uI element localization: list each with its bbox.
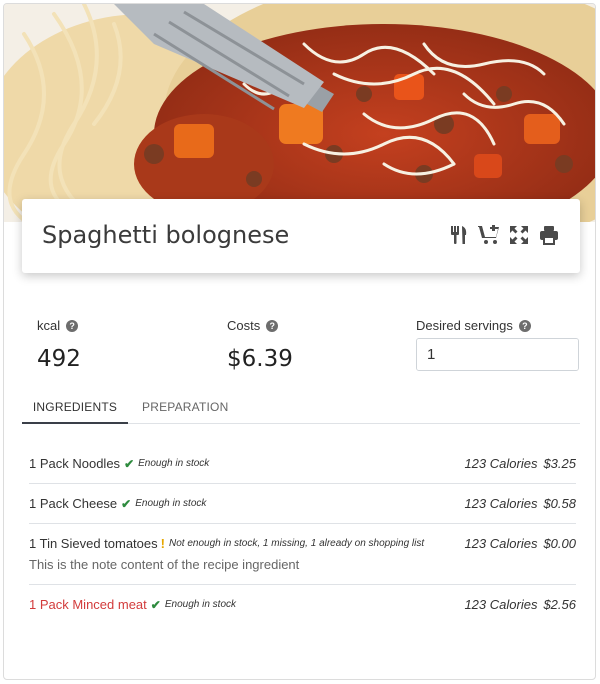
recipe-actions — [448, 224, 560, 246]
check-icon: ✔ — [121, 496, 132, 511]
print-icon[interactable] — [538, 224, 560, 246]
costs-value: $6.39 — [227, 346, 293, 372]
ingredient-calories: 123 Calories — [464, 496, 538, 511]
ingredient-row: 1 Pack Noodles ✔ Enough in stock 123 Cal… — [29, 444, 576, 484]
help-icon[interactable]: ? — [66, 319, 79, 332]
help-icon[interactable]: ? — [266, 319, 279, 332]
costs-label: Costs — [227, 318, 261, 333]
recipe-photo — [4, 4, 595, 222]
ingredient-row: 1 Pack Minced meat ✔ Enough in stock 123… — [29, 585, 576, 624]
recipe-card: Spaghetti bolognese kcal ? 492 Costs ? $… — [3, 3, 596, 680]
utensils-icon[interactable] — [448, 224, 470, 246]
ingredient-list: 1 Pack Noodles ✔ Enough in stock 123 Cal… — [29, 444, 576, 624]
stock-status: Enough in stock — [164, 599, 237, 610]
ingredient-calories: 123 Calories — [464, 456, 538, 471]
help-icon[interactable]: ? — [518, 319, 531, 332]
check-icon: ✔ — [124, 456, 135, 471]
stock-status: Enough in stock — [138, 458, 210, 469]
servings-label: Desired servings — [416, 318, 513, 333]
kcal-value: 492 — [37, 346, 81, 372]
ingredient-price: $0.58 — [543, 496, 576, 511]
recipe-tabs: INGREDIENTS PREPARATION — [22, 390, 580, 424]
ingredient-name: 1 Pack Cheese — [29, 496, 118, 511]
kcal-stat: kcal ? 492 — [37, 318, 81, 372]
kcal-label: kcal — [37, 318, 61, 333]
warning-icon: ! — [160, 536, 165, 551]
ingredient-price: $3.25 — [543, 456, 576, 471]
stock-status: Not enough in stock, 1 missing, 1 alread… — [168, 538, 425, 549]
ingredient-name: 1 Tin Sieved tomatoes — [29, 536, 158, 551]
ingredient-price: $2.56 — [543, 597, 576, 612]
stock-status: Enough in stock — [135, 498, 207, 509]
servings-stepper — [416, 338, 579, 371]
tab-preparation[interactable]: PREPARATION — [142, 390, 228, 424]
ingredient-name: 1 Pack Minced meat — [29, 597, 147, 612]
ingredient-name: 1 Pack Noodles — [29, 456, 121, 471]
servings-input[interactable] — [417, 339, 578, 370]
ingredient-row: 1 Pack Cheese ✔ Enough in stock 123 Calo… — [29, 484, 576, 524]
cart-plus-icon[interactable] — [478, 224, 500, 246]
ingredient-price: $0.00 — [543, 536, 576, 551]
ingredient-row: 1 Tin Sieved tomatoes ! Not enough in st… — [29, 524, 576, 585]
ingredient-calories: 123 Calories — [464, 597, 538, 612]
expand-icon[interactable] — [508, 224, 530, 246]
costs-stat: Costs ? $6.39 — [227, 318, 293, 372]
tab-ingredients[interactable]: INGREDIENTS — [22, 390, 128, 424]
servings-stat: Desired servings ? — [416, 318, 579, 371]
recipe-stats: kcal ? 492 Costs ? $6.39 Desired serving… — [37, 318, 582, 378]
recipe-header: Spaghetti bolognese — [22, 199, 580, 273]
recipe-title: Spaghetti bolognese — [42, 221, 290, 249]
ingredient-note: This is the note content of the recipe i… — [29, 557, 300, 572]
check-icon: ✔ — [150, 597, 161, 612]
ingredient-calories: 123 Calories — [464, 536, 538, 551]
